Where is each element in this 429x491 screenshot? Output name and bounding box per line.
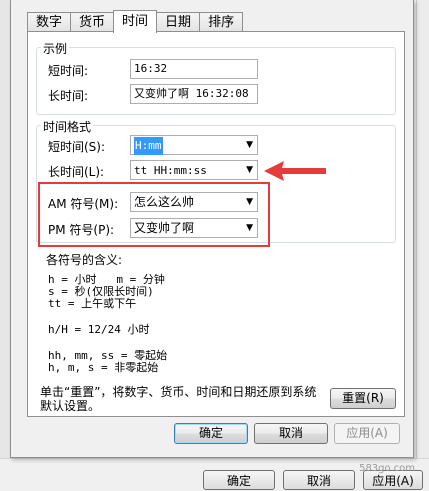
- customize-format-dialog: 数字 货币 时间 日期 排序 示例 短时间: 16:32 长时间: 又变帅了啊 …: [10, 0, 414, 458]
- tab-strip: 数字 货币 时间 日期 排序: [27, 10, 244, 33]
- tab-date[interactable]: 日期: [156, 12, 201, 32]
- reset-button[interactable]: 重置(R): [330, 388, 396, 409]
- background-window-edge-right: [416, 0, 429, 489]
- chevron-down-icon: ▼: [246, 140, 253, 150]
- background-cancel-button[interactable]: 取消: [283, 470, 355, 490]
- long-time-combo[interactable]: tt HH:mm:ss ▼: [130, 160, 258, 180]
- watermark-text: 583go.com: [359, 463, 415, 474]
- reset-description: 单击“重置”，将数字、货币、时间和日期还原到系统默认设置。: [40, 385, 317, 413]
- long-time-label: 长时间(L):: [48, 165, 105, 179]
- tab-currency[interactable]: 货币: [70, 12, 115, 32]
- meaning-line-4: h/H = 12/24 小时: [48, 323, 150, 336]
- example-group: [36, 47, 396, 115]
- tab-sort[interactable]: 排序: [199, 12, 244, 32]
- example-long-value: 又变帅了啊 16:32:08: [130, 84, 258, 104]
- example-long-label: 长时间:: [48, 89, 89, 103]
- short-time-combo[interactable]: H:mm ▼: [130, 135, 258, 155]
- tab-number[interactable]: 数字: [27, 12, 72, 32]
- example-short-label: 短时间:: [48, 64, 89, 78]
- tab-time[interactable]: 时间: [113, 10, 158, 33]
- short-time-label: 短时间(S):: [48, 140, 106, 154]
- annotation-highlight-box: [38, 182, 270, 247]
- example-short-value: 16:32: [130, 59, 258, 79]
- meaning-line-6: h, m, s = 非零起始: [48, 361, 159, 374]
- annotation-arrow-icon: [264, 161, 326, 181]
- long-time-value: tt HH:mm:ss: [134, 164, 207, 177]
- meaning-line-3: tt = 上午或下午: [48, 297, 137, 310]
- apply-button[interactable]: 应用(A): [334, 423, 400, 444]
- meaning-title: 各符号的含义:: [46, 253, 123, 267]
- chevron-down-icon: ▼: [246, 165, 253, 175]
- cancel-button[interactable]: 取消: [254, 423, 328, 444]
- background-ok-button[interactable]: 确定: [203, 470, 275, 490]
- example-group-title: 示例: [41, 40, 70, 57]
- time-format-group-title: 时间格式: [41, 118, 94, 135]
- short-time-value: H:mm: [134, 137, 163, 155]
- ok-button[interactable]: 确定: [174, 423, 248, 444]
- time-tab-panel: 示例 短时间: 16:32 长时间: 又变帅了啊 16:32:08 时间格式 短…: [27, 31, 405, 417]
